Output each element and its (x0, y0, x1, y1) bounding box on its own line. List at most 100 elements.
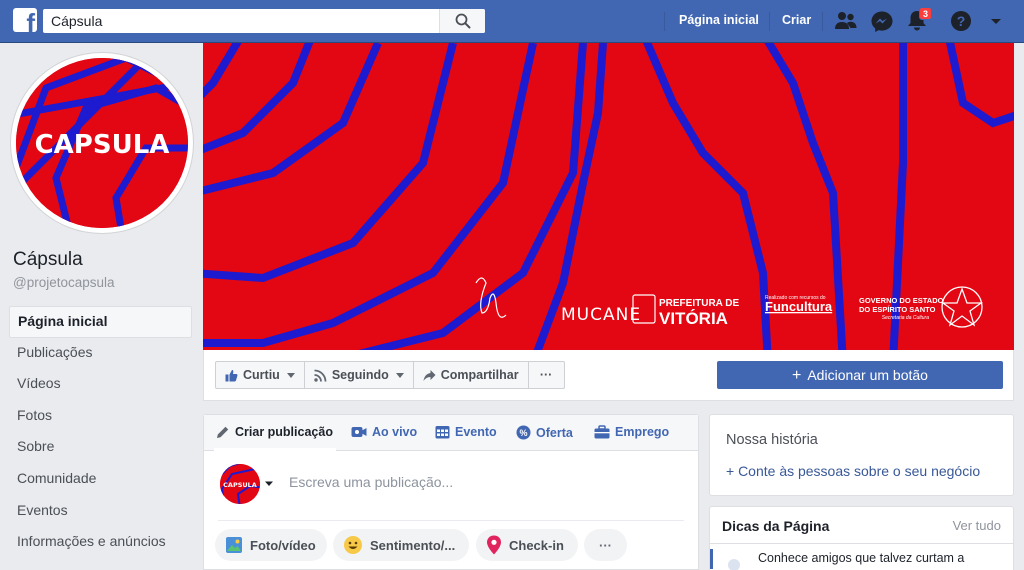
tips-divider (710, 543, 1013, 544)
rss-feed-icon (314, 369, 327, 382)
avatar-logo-text: CAPSULA (35, 130, 170, 160)
sidebar-item-info-and-ads[interactable]: Informações e anúncios (9, 527, 192, 559)
top-navigation-bar: f Página inicial Criar 3 (0, 0, 1024, 43)
chevron-down-icon (286, 372, 295, 378)
check-in-label: Check-in (509, 537, 564, 553)
prefeitura-logo-line2: VITÓRIA (659, 309, 728, 328)
composer-divider (218, 520, 684, 521)
feeling-activity-button[interactable]: Sentimento/... (333, 529, 469, 561)
sidebar-item-community[interactable]: Comunidade (9, 464, 192, 496)
active-tab-indicator (214, 448, 336, 451)
nav-divider (822, 12, 823, 31)
tab-create-post[interactable]: Criar publicação (216, 425, 333, 439)
page-action-buttons: Curtiu Seguindo Compartilhar ··· (215, 361, 565, 389)
tip-icon (728, 559, 740, 570)
svg-text:?: ? (957, 13, 966, 29)
following-button[interactable]: Seguindo (303, 361, 414, 389)
tab-job-label: Emprego (615, 425, 670, 439)
live-video-icon (351, 427, 367, 437)
see-all-link[interactable]: Ver tudo (953, 518, 1001, 533)
share-arrow-icon (423, 369, 436, 381)
composer-avatar-text: CAPSULA (223, 481, 257, 489)
chevron-down-icon[interactable] (264, 480, 274, 488)
liked-button-label: Curtiu (243, 368, 280, 382)
calendar-icon (435, 426, 450, 439)
messenger-icon[interactable] (870, 10, 894, 32)
home-link[interactable]: Página inicial (679, 13, 759, 27)
tab-live-label: Ao vivo (372, 425, 418, 439)
search-box (43, 9, 485, 33)
share-button[interactable]: Compartilhar (412, 361, 529, 389)
sidebar-item-posts[interactable]: Publicações (9, 338, 192, 370)
our-story-card: Nossa história + Conte às pessoas sobre … (709, 414, 1014, 496)
page-username[interactable]: @projetocapsula (13, 275, 115, 290)
post-text-input[interactable]: Escreva uma publicação... (289, 474, 453, 490)
tab-offer[interactable]: % Oferta (516, 425, 573, 440)
prefeitura-logo-line1: PREFEITURA DE (659, 298, 740, 309)
more-dots-icon: ··· (539, 368, 553, 382)
create-link[interactable]: Criar (782, 13, 811, 27)
profile-picture: CAPSULA (16, 58, 188, 228)
offer-percent-icon: % (516, 425, 531, 440)
tab-create-post-label: Criar publicação (235, 425, 333, 439)
page-tips-title: Dicas da Página (722, 518, 830, 534)
sidebar-item-videos[interactable]: Vídeos (9, 369, 192, 401)
add-story-link[interactable]: + Conte às pessoas sobre o seu negócio (726, 463, 980, 479)
tab-offer-label: Oferta (536, 425, 573, 440)
tips-active-indicator (710, 549, 713, 569)
sidebar-item-photos[interactable]: Fotos (9, 401, 192, 433)
thumbs-up-icon (225, 369, 238, 381)
search-input[interactable] (43, 9, 438, 33)
briefcase-icon (594, 425, 610, 439)
composer-more-button[interactable]: ··· (584, 529, 627, 561)
more-dots-icon: ··· (599, 537, 612, 553)
sidebar-item-events[interactable]: Eventos (9, 496, 192, 528)
add-a-button-button[interactable]: + Adicionar um botão (717, 361, 1003, 389)
page-title[interactable]: Cápsula (13, 249, 83, 271)
page-tips-card: Dicas da Página Ver tudo Conhece amigos … (709, 506, 1014, 570)
following-button-label: Seguindo (331, 368, 389, 382)
tab-event-label: Evento (455, 425, 497, 439)
facebook-logo[interactable]: f (13, 8, 37, 32)
tab-live[interactable]: Ao vivo (351, 425, 417, 439)
help-icon[interactable]: ? (949, 10, 973, 32)
post-composer: Criar publicação Ao vivo Evento % Oferta… (203, 414, 699, 570)
more-options-button[interactable]: ··· (527, 361, 565, 389)
check-in-button[interactable]: Check-in (476, 529, 578, 561)
notification-count-badge: 3 (919, 7, 933, 20)
liked-button[interactable]: Curtiu (215, 361, 305, 389)
account-menu-chevron-icon[interactable] (988, 10, 1012, 32)
governo-logo-line3: Secretaria da Cultura (882, 315, 929, 321)
smiley-icon (344, 536, 362, 554)
location-pin-icon (487, 535, 501, 555)
page-action-bar: Curtiu Seguindo Compartilhar ··· + Adicio… (203, 350, 1014, 401)
photo-video-button[interactable]: Foto/vídeo (215, 529, 327, 561)
page-sidebar-nav: Página inicial Publicações Vídeos Fotos … (9, 306, 192, 559)
tab-job[interactable]: Emprego (594, 425, 669, 439)
sidebar-item-home[interactable]: Página inicial (9, 306, 192, 338)
composer-tabs: Criar publicação Ao vivo Evento % Oferta… (204, 415, 698, 451)
profile-picture-frame[interactable]: CAPSULA (11, 53, 193, 233)
friend-requests-icon[interactable] (834, 10, 858, 32)
share-button-label: Compartilhar (440, 368, 519, 382)
composer-page-avatar[interactable]: CAPSULA (220, 464, 260, 504)
funcultura-logo: Funcultura (765, 299, 833, 314)
plus-icon: + (792, 367, 802, 384)
svg-text:%: % (519, 428, 527, 438)
photo-video-label: Foto/vídeo (250, 537, 316, 553)
chevron-down-icon (395, 372, 404, 378)
governo-logo-line2: DO ESPÍRITO SANTO (859, 305, 936, 314)
feeling-activity-label: Sentimento/... (370, 537, 456, 553)
mucane-logo: MUCANE (561, 305, 641, 325)
tip-item[interactable]: Conhece amigos que talvez curtam a (758, 551, 964, 565)
cover-photo[interactable]: MUCANE PREFEITURA DE VITÓRIA Realizado c… (203, 43, 1014, 350)
pencil-icon (217, 426, 229, 438)
nav-divider (769, 12, 770, 31)
nav-divider (664, 12, 665, 31)
tab-event[interactable]: Evento (435, 425, 497, 439)
search-button[interactable] (439, 9, 485, 33)
add-a-button-label: Adicionar um botão (807, 367, 928, 383)
search-icon (455, 13, 471, 29)
governo-logo-line1: GOVERNO DO ESTADO (859, 296, 944, 305)
sidebar-item-about[interactable]: Sobre (9, 432, 192, 464)
